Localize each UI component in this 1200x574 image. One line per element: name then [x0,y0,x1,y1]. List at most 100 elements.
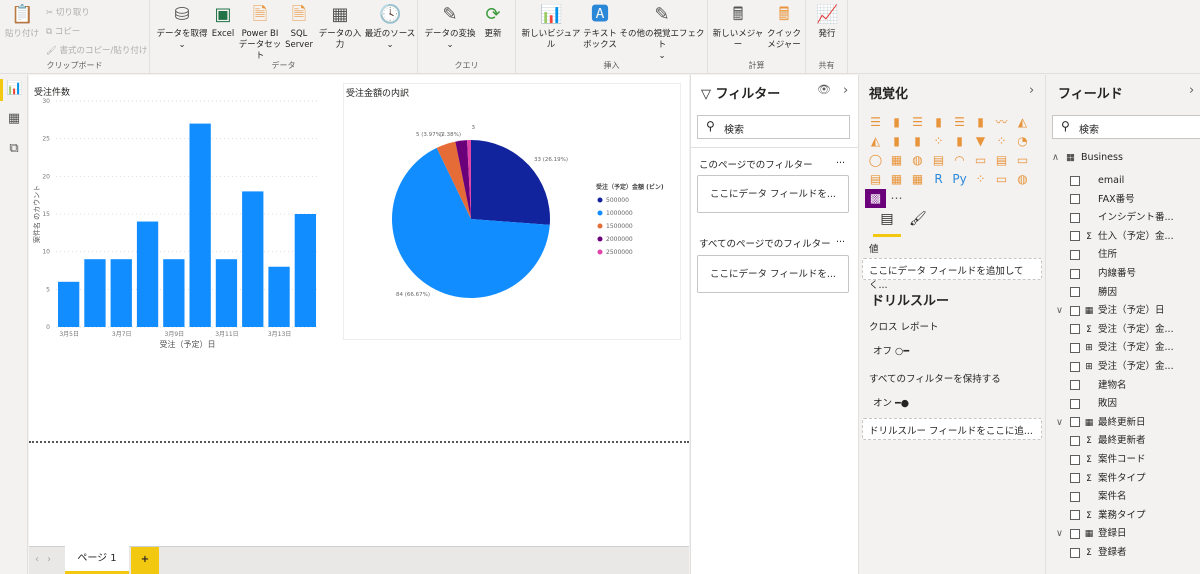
refresh-button[interactable]: ⟳ 更新 [480,4,506,40]
textbox-button[interactable]: 🅰 テキスト ボックス [582,4,618,51]
field-item[interactable]: Σ 受注（予定）金... [1056,321,1174,339]
field-checkbox[interactable] [1070,473,1080,484]
more-visuals-icon[interactable]: ⋯ [886,189,907,208]
field-checkbox[interactable] [1070,212,1080,223]
field-checkbox[interactable] [1070,510,1080,521]
field-item[interactable]: FAX番号 [1056,191,1135,209]
drillthrough-drop-zone[interactable]: ドリルスルー フィールドをここに追... [862,418,1042,440]
custom-visual-icon[interactable]: ▩ [865,189,886,208]
fields-tab-icon[interactable]: ▤ [873,211,901,237]
field-item[interactable]: 案件名 [1056,488,1127,506]
treemap-icon[interactable]: ▦ [886,151,907,170]
field-checkbox[interactable] [1070,342,1080,353]
excel-button[interactable]: ▣ Excel [210,4,236,40]
map-icon[interactable]: ◍ [907,151,928,170]
values-drop-zone[interactable]: ここにデータ フィールドを追加してく... [862,258,1042,291]
arcgis-icon[interactable]: ◍ [1012,170,1033,189]
100-bar-icon[interactable]: ☰ [949,113,970,132]
quick-measure-button[interactable]: 🖩 クイック メジャー [766,4,802,51]
field-item[interactable]: ⊞ 受注（予定）金... [1056,339,1174,357]
qa-icon[interactable]: ▭ [991,170,1012,189]
slicer-icon[interactable]: ▤ [865,170,886,189]
field-checkbox[interactable] [1070,398,1080,409]
keep-filters-toggle[interactable]: オン ━● [873,395,909,409]
format-tab-icon[interactable]: 🖌 [909,211,927,227]
sql-server-button[interactable]: 🗎 SQL Server [284,4,314,51]
field-checkbox[interactable] [1070,324,1080,335]
field-checkbox[interactable] [1070,249,1080,260]
field-item[interactable]: ⊞ 受注（予定）金... [1056,358,1174,376]
bar-chart[interactable]: 0 5 10 15 20 25 30 3月5日 3月7日 3月9日 3月11日 3月13日受注（予定）… [29,95,341,355]
card-icon[interactable]: ▭ [970,151,991,170]
new-measure-button[interactable]: 🖩 新しいメジャー [712,4,764,51]
clustered-column-icon[interactable]: ▮ [928,113,949,132]
multirow-card-icon[interactable]: ▤ [991,151,1012,170]
table-icon[interactable]: ▦ [886,170,907,189]
field-checkbox[interactable] [1070,454,1080,465]
funnel-icon[interactable]: ▼ [970,132,991,151]
field-item[interactable]: email [1056,172,1124,190]
field-checkbox[interactable] [1070,380,1080,391]
field-item[interactable]: 建物名 [1056,377,1127,395]
field-checkbox[interactable] [1070,305,1080,316]
line-icon[interactable]: 〰 [991,113,1012,132]
page-tab[interactable]: ページ 1 [65,546,129,574]
field-checkbox[interactable] [1070,194,1080,205]
pie-visual[interactable]: 受注金額の内訳 33 (26.19%) 84 (66.67%) 5 (3.97%)(… [343,83,681,340]
field-item[interactable]: Σ 案件コード [1056,451,1146,469]
stacked-area-icon[interactable]: ◭ [865,132,886,151]
field-item[interactable]: Σ 案件タイプ [1056,470,1146,488]
publish-button[interactable]: 📈 発行 [812,4,842,40]
gauge-icon[interactable]: ◠ [949,151,970,170]
collapse-fields-icon[interactable]: › [1189,83,1194,98]
field-checkbox[interactable] [1070,435,1080,446]
cross-report-toggle[interactable]: オフ ○━ [873,343,909,357]
field-checkbox[interactable] [1070,547,1080,558]
field-checkbox[interactable] [1070,361,1080,372]
field-item[interactable]: Σ 最終更新者 [1056,432,1146,450]
collapse-viz-icon[interactable]: › [1029,83,1034,98]
table-business[interactable]: ∧ ▦ Business [1052,149,1123,167]
stacked-bar-icon[interactable]: ☰ [865,113,886,132]
field-item[interactable]: 内線番号 [1056,265,1136,283]
field-checkbox[interactable] [1070,231,1080,242]
field-checkbox[interactable] [1070,417,1080,428]
this-page-drop-zone[interactable]: ここにデータ フィールドを... [697,175,849,213]
field-checkbox[interactable] [1070,287,1080,298]
next-page-icon[interactable]: › [47,554,51,565]
paste-button[interactable]: 📋 貼り付け [4,4,40,40]
r-visual-icon[interactable]: R [928,170,949,189]
area-icon[interactable]: ◭ [1012,113,1033,132]
powerbi-dataset-button[interactable]: 🗎 Power BI データセット [238,4,282,62]
field-search-input[interactable]: ⚲ 検索 [1052,115,1200,139]
more-options-icon[interactable]: ... [836,155,845,166]
field-item[interactable]: ∨ ▦ 登録日 [1056,525,1127,543]
cut-button[interactable]: ✂ 切り取り [46,6,90,18]
all-pages-drop-zone[interactable]: ここにデータ フィールドを... [697,255,849,293]
copy-button[interactable]: ⧉ コピー [46,25,80,37]
donut-icon[interactable]: ◯ [865,151,886,170]
get-data-button[interactable]: ⛁ データを取得 ⌄ [156,4,208,51]
scatter-icon[interactable]: ⁘ [991,132,1012,151]
field-item[interactable]: Σ 登録者 [1056,544,1127,562]
python-visual-icon[interactable]: Py [949,170,970,189]
field-item[interactable]: ∨ ▦ 受注（予定）日 [1056,302,1165,320]
field-item[interactable]: ∨ ▦ 最終更新日 [1056,414,1146,432]
filter-search-input[interactable]: ⚲ 検索 [697,115,850,139]
recent-sources-button[interactable]: 🕓 最近のソース ⌄ [364,4,416,51]
data-view-icon[interactable]: ▦ [6,111,22,127]
field-item[interactable]: インシデント番... [1056,209,1174,227]
field-item[interactable]: Σ 仕入（予定）金... [1056,228,1174,246]
key-influencers-icon[interactable]: ⁘ [970,170,991,189]
eye-icon[interactable]: 👁 [817,83,831,96]
collapse-filters-icon[interactable]: › [843,83,848,98]
new-visual-button[interactable]: 📊 新しいビジュアル [520,4,582,51]
matrix-icon[interactable]: ▦ [907,170,928,189]
transform-data-button[interactable]: ✎ データの変換 ⌄ [424,4,476,51]
more-visuals-button[interactable]: ✎ その他の視覚エフェクト ⌄ [618,4,706,62]
clustered-bar-icon[interactable]: ☰ [907,113,928,132]
pie-chart[interactable]: 33 (26.19%)84 (66.67%)5 (3.97%)(2.38%)3受… [344,84,680,339]
ribbon-icon[interactable]: ⁘ [928,132,949,151]
field-item[interactable]: Σ 業務タイプ [1056,507,1146,525]
line-column-icon[interactable]: ▮ [886,132,907,151]
